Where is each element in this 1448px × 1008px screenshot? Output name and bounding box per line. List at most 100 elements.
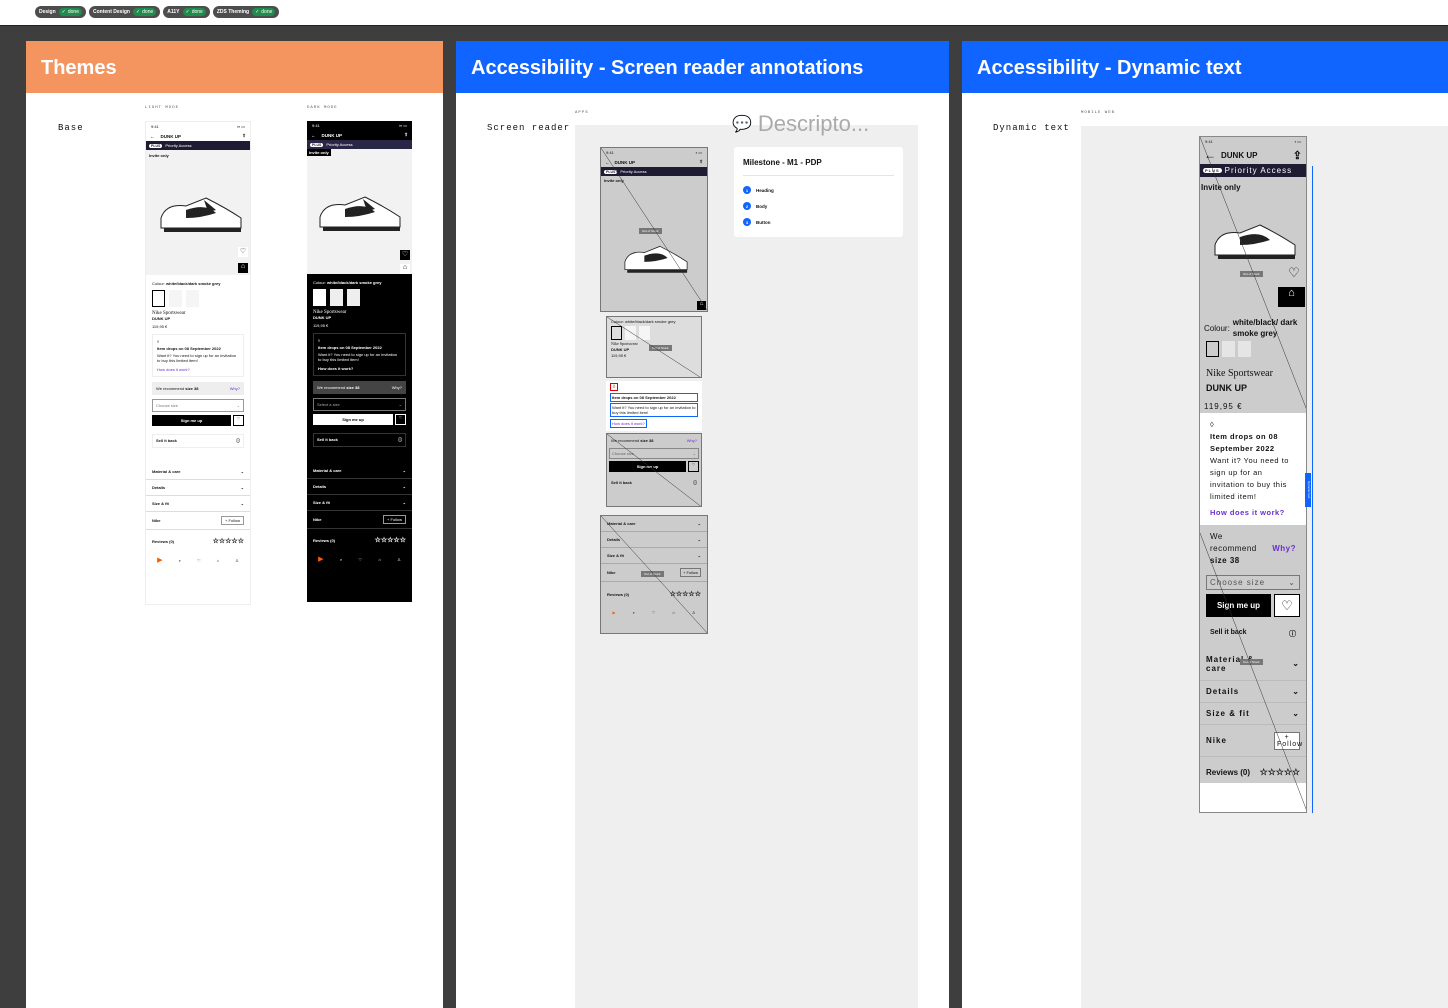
drop-info-card: ◊ Item drops on 08 September 2022 Want i…	[152, 334, 244, 377]
heart-icon[interactable]: ♡	[238, 247, 248, 257]
size-select[interactable]: Select a size ⌄	[313, 398, 406, 411]
drop-icon: ◊	[318, 338, 320, 343]
user-icon[interactable]: ♙	[397, 557, 401, 562]
share-icon[interactable]: ⇪	[404, 132, 408, 138]
dynamic-text-section: Accessibility - Dynamic text Dynamic tex…	[962, 41, 1448, 1008]
chevron-down-icon: ⌄	[1292, 659, 1300, 668]
chevron-down-icon: ⌄	[236, 403, 240, 408]
dark-mode-phone: 9:41 ▪▪ ▭ ← DUNK UP ⇪ PLUS Priority Access I…	[307, 121, 412, 602]
follow-button[interactable]: + Follow	[382, 515, 406, 524]
star-rating[interactable]: ☆☆☆☆☆	[375, 536, 406, 544]
star-rating: ☆☆☆☆☆	[1259, 766, 1300, 777]
row-label: Dynamic text	[993, 123, 1070, 133]
light-mode-label: LIGHT MODE	[145, 106, 180, 110]
user-icon[interactable]: ♙	[235, 558, 239, 563]
search-icon[interactable]: ⌕	[179, 558, 181, 563]
sneaker-image	[160, 197, 242, 232]
colour-swatches[interactable]	[152, 290, 244, 307]
chevron-down-icon: ⌄	[240, 485, 244, 490]
accordion-size[interactable]: Size & fit ⌄	[146, 496, 250, 512]
check-icon: ✓	[135, 9, 141, 15]
share-icon: ⇪	[1292, 149, 1302, 162]
battery-icon: ▪ ▭	[1294, 139, 1301, 144]
row-label: Base	[58, 123, 84, 133]
accordion-material[interactable]: Material & care ⌄	[307, 463, 412, 479]
out-of-stock-tag: Out of Stock	[1240, 271, 1263, 277]
bag-icon[interactable]: ⌂	[378, 557, 380, 562]
comment-icon: 💬	[732, 116, 752, 133]
legend-item-button: 3 Button	[743, 214, 894, 230]
heart-icon[interactable]: ♡	[400, 250, 410, 260]
share-icon[interactable]: ⇪	[242, 133, 246, 139]
frame-cross-line	[601, 148, 707, 311]
status-chips: Design ✓ done Content Design ✓ done A11Y ✓ don…	[35, 6, 280, 18]
battery-icon: ▪▪ ▭	[399, 123, 407, 128]
heart-icon[interactable]: ♡	[359, 557, 363, 562]
status-chip-a11y[interactable]: A11Y ✓ done	[163, 6, 210, 18]
product-image: Invite only ♡ ⌂	[146, 150, 250, 275]
section-title: Accessibility - Screen reader annotation…	[456, 41, 949, 93]
section-title: Accessibility - Dynamic text	[962, 41, 1448, 93]
search-icon[interactable]: ⌕	[340, 557, 342, 562]
drop-icon: ◊	[610, 383, 618, 391]
bag-icon: ⌂	[1278, 287, 1305, 307]
accordion-size[interactable]: Size & fit ⌄	[307, 495, 412, 511]
bag-icon[interactable]: ⌂	[217, 558, 219, 563]
drop-icon: ◊	[157, 339, 159, 344]
mobile-web-label: MOBILE WEB	[1081, 111, 1116, 115]
status-chip-content-design[interactable]: Content Design ✓ done	[89, 6, 161, 18]
home-icon[interactable]: ▶	[157, 556, 162, 564]
chevron-down-icon: ⌄	[240, 501, 244, 506]
sneaker-image	[319, 196, 401, 231]
selection-guide-line	[1312, 166, 1313, 813]
drop-icon: ◊	[1210, 420, 1215, 429]
sell-back-row[interactable]: Sell it back ⓘ	[152, 434, 244, 448]
out-of-stock-tag: Out of Stock	[1240, 659, 1263, 665]
row-label: Screen reader	[487, 123, 571, 133]
tab-bar: ▶ ⌕ ♡ ⌂ ♙	[307, 551, 412, 567]
themes-section: Themes Base LIGHT MODE DARK MODE 9:41 ▪▪ …	[26, 41, 443, 1008]
sr-frame-product[interactable]: Colour: white/black/dark smoke grey Nike…	[606, 316, 702, 378]
sr-frame-header[interactable]: 9:41 ▪ ▭ ← DUNK UP ⇪ PLUS Priority Access In…	[600, 147, 708, 312]
info-icon: ⓘ	[1289, 631, 1296, 638]
legend-item-heading: 1 Heading	[743, 182, 894, 198]
heart-icon: ♡	[1288, 265, 1300, 280]
status-chip-design[interactable]: Design ✓ done	[35, 6, 86, 18]
chevron-down-icon: ⌄	[402, 484, 406, 489]
colour-swatches[interactable]	[313, 289, 406, 306]
descriptor-placeholder[interactable]: Descripto...	[758, 111, 869, 137]
heart-icon: ♡	[1274, 594, 1300, 617]
legend-item-body: 2 Body	[743, 198, 894, 214]
heart-icon[interactable]: ♡	[395, 414, 406, 425]
milestone-card[interactable]: Milestone - M1 - PDP 1 Heading 2 Body 3 But…	[734, 147, 903, 237]
heart-icon[interactable]: ♡	[197, 558, 201, 563]
dynamic-text-side-label[interactable]: Dynamic text	[1305, 473, 1311, 507]
follow-button[interactable]: + Follow	[220, 516, 244, 525]
sr-frame-drop[interactable]: ◊ Item drops on 08 September 2022 Want i…	[606, 381, 702, 431]
sr-frame-size[interactable]: We recommend size 38 Why? Choose size ⌄ Si…	[606, 433, 702, 507]
home-icon[interactable]: ▶	[318, 555, 323, 563]
top-toolbar: Design ✓ done Content Design ✓ done A11Y ✓ don…	[0, 0, 1448, 26]
accordion-details[interactable]: Details ⌄	[307, 479, 412, 495]
tab-bar: ▶ ⌕ ♡ ⌂ ♙	[146, 552, 250, 568]
sr-frame-accordions[interactable]: Material & care ⌄ Details ⌄ Size & fit ⌄ Ni…	[600, 515, 708, 634]
sign-up-button[interactable]: Sign me up	[152, 415, 231, 426]
info-icon: ⓘ	[236, 438, 240, 443]
heart-icon[interactable]: ♡	[233, 415, 244, 426]
status-chip-zds-theming[interactable]: ZDS Theming ✓ done	[212, 6, 280, 18]
info-icon: ⓘ	[398, 437, 402, 442]
frame-cross-line	[601, 516, 707, 633]
dynamic-text-phone[interactable]: 9:41 ▪ ▭ ← DUNK UP ⇪ PLUS Priority Access In…	[1199, 136, 1307, 813]
accordion-details[interactable]: Details ⌄	[146, 480, 250, 496]
accordion-material[interactable]: Material & care ⌄	[146, 464, 250, 480]
bag-icon[interactable]: ⌂	[400, 264, 410, 274]
sign-up-button[interactable]: Sign me up	[313, 414, 393, 425]
check-icon: ✓	[61, 9, 66, 15]
dark-mode-label: DARK MODE	[307, 106, 338, 110]
bag-icon[interactable]: ⌂	[238, 263, 248, 273]
size-select[interactable]: Choose size ⌄	[152, 399, 244, 412]
chevron-down-icon: ⌄	[1288, 578, 1296, 587]
star-rating[interactable]: ☆☆☆☆☆	[213, 537, 244, 545]
battery-icon: ▪▪ ▭	[237, 124, 245, 129]
sell-back-row[interactable]: Sell it back ⓘ	[313, 433, 406, 447]
